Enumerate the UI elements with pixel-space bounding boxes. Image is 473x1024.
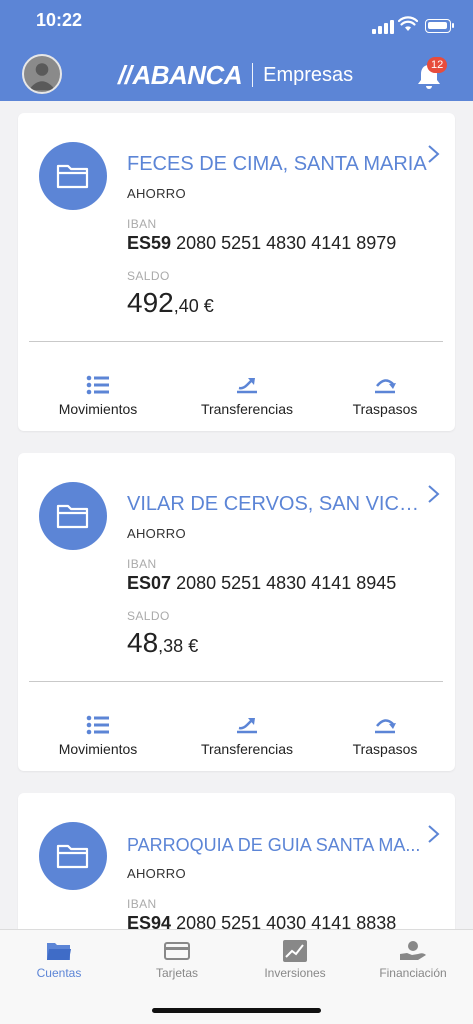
tab-tarjetas[interactable]: Tarjetas xyxy=(118,940,236,980)
account-type: AHORRO xyxy=(127,866,186,881)
traspaso-icon xyxy=(375,379,396,394)
account-name[interactable]: VILAR DE CERVOS, SAN VICENTE xyxy=(127,493,427,516)
tab-cuentas[interactable]: Cuentas xyxy=(0,940,118,980)
iban-value: ES59 2080 5251 4830 4141 8979 xyxy=(127,233,397,253)
balance-value: 48,38 € xyxy=(127,627,199,658)
logo-subtitle: Empresas xyxy=(263,63,354,86)
signal-icon xyxy=(372,19,394,34)
transfers-button[interactable]: Transferencias xyxy=(177,375,317,417)
user-icon xyxy=(28,63,56,91)
chevron-right-icon[interactable] xyxy=(426,823,442,845)
profile-avatar[interactable] xyxy=(22,54,62,94)
status-time: 10:22 xyxy=(36,10,83,30)
account-name[interactable]: FECES DE CIMA, SANTA MARIA xyxy=(127,153,427,176)
iban-value: ES94 2080 5251 4030 4141 8838 xyxy=(127,913,397,929)
transfers-button[interactable]: Transferencias xyxy=(177,715,317,757)
abanca-logo: //ABANCA Empresas xyxy=(118,60,353,90)
chart-icon xyxy=(283,940,307,962)
transfer-icon xyxy=(237,718,257,734)
movements-button[interactable]: Movimientos xyxy=(28,375,168,417)
account-type: AHORRO xyxy=(127,526,186,541)
account-card[interactable]: FECES DE CIMA, SANTA MARIA AHORRO IBAN E… xyxy=(18,113,455,431)
financing-icon xyxy=(400,941,426,960)
traspaso-icon xyxy=(375,719,396,734)
movements-button[interactable]: Movimientos xyxy=(28,715,168,757)
folder-icon xyxy=(47,943,71,960)
card-icon xyxy=(164,942,190,960)
list-icon xyxy=(86,715,109,735)
iban-label: IBAN xyxy=(127,217,157,231)
chevron-right-icon[interactable] xyxy=(426,483,442,505)
traspasos-button[interactable]: Traspasos xyxy=(315,715,455,757)
iban-label: IBAN xyxy=(127,557,157,571)
balance-value: 492,40 € xyxy=(127,287,214,318)
traspasos-button[interactable]: Traspasos xyxy=(315,375,455,417)
app-header: 10:22 //ABANCA Empresas 12 xyxy=(0,0,473,101)
logo-brand: //ABANCA xyxy=(118,59,243,90)
divider xyxy=(29,341,443,342)
account-folder-icon xyxy=(39,822,107,890)
divider xyxy=(29,681,443,682)
transfer-icon xyxy=(237,378,257,394)
balance-label: SALDO xyxy=(127,609,170,623)
account-type: AHORRO xyxy=(127,186,186,201)
account-folder-icon xyxy=(39,482,107,550)
list-icon xyxy=(86,375,109,395)
tab-inversiones[interactable]: Inversiones xyxy=(236,940,354,980)
tab-financiacion[interactable]: Financiación xyxy=(354,940,472,980)
account-card[interactable]: VILAR DE CERVOS, SAN VICENTE AHORRO IBAN… xyxy=(18,453,455,771)
iban-label: IBAN xyxy=(127,897,157,911)
chevron-right-icon[interactable] xyxy=(426,143,442,165)
balance-label: SALDO xyxy=(127,269,170,283)
account-name[interactable]: PARROQUIA DE GUIA SANTA MA... xyxy=(127,835,427,856)
status-bar: 10:22 xyxy=(0,0,473,40)
account-folder-icon xyxy=(39,142,107,210)
iban-value: ES07 2080 5251 4830 4141 8945 xyxy=(127,573,397,593)
battery-icon xyxy=(425,19,454,33)
accounts-list[interactable]: FECES DE CIMA, SANTA MARIA AHORRO IBAN E… xyxy=(0,101,473,929)
notifications-badge: 12 xyxy=(427,57,448,73)
home-indicator xyxy=(152,1008,321,1013)
account-card[interactable]: PARROQUIA DE GUIA SANTA MA... AHORRO IBA… xyxy=(18,793,455,929)
wifi-icon xyxy=(398,16,418,31)
